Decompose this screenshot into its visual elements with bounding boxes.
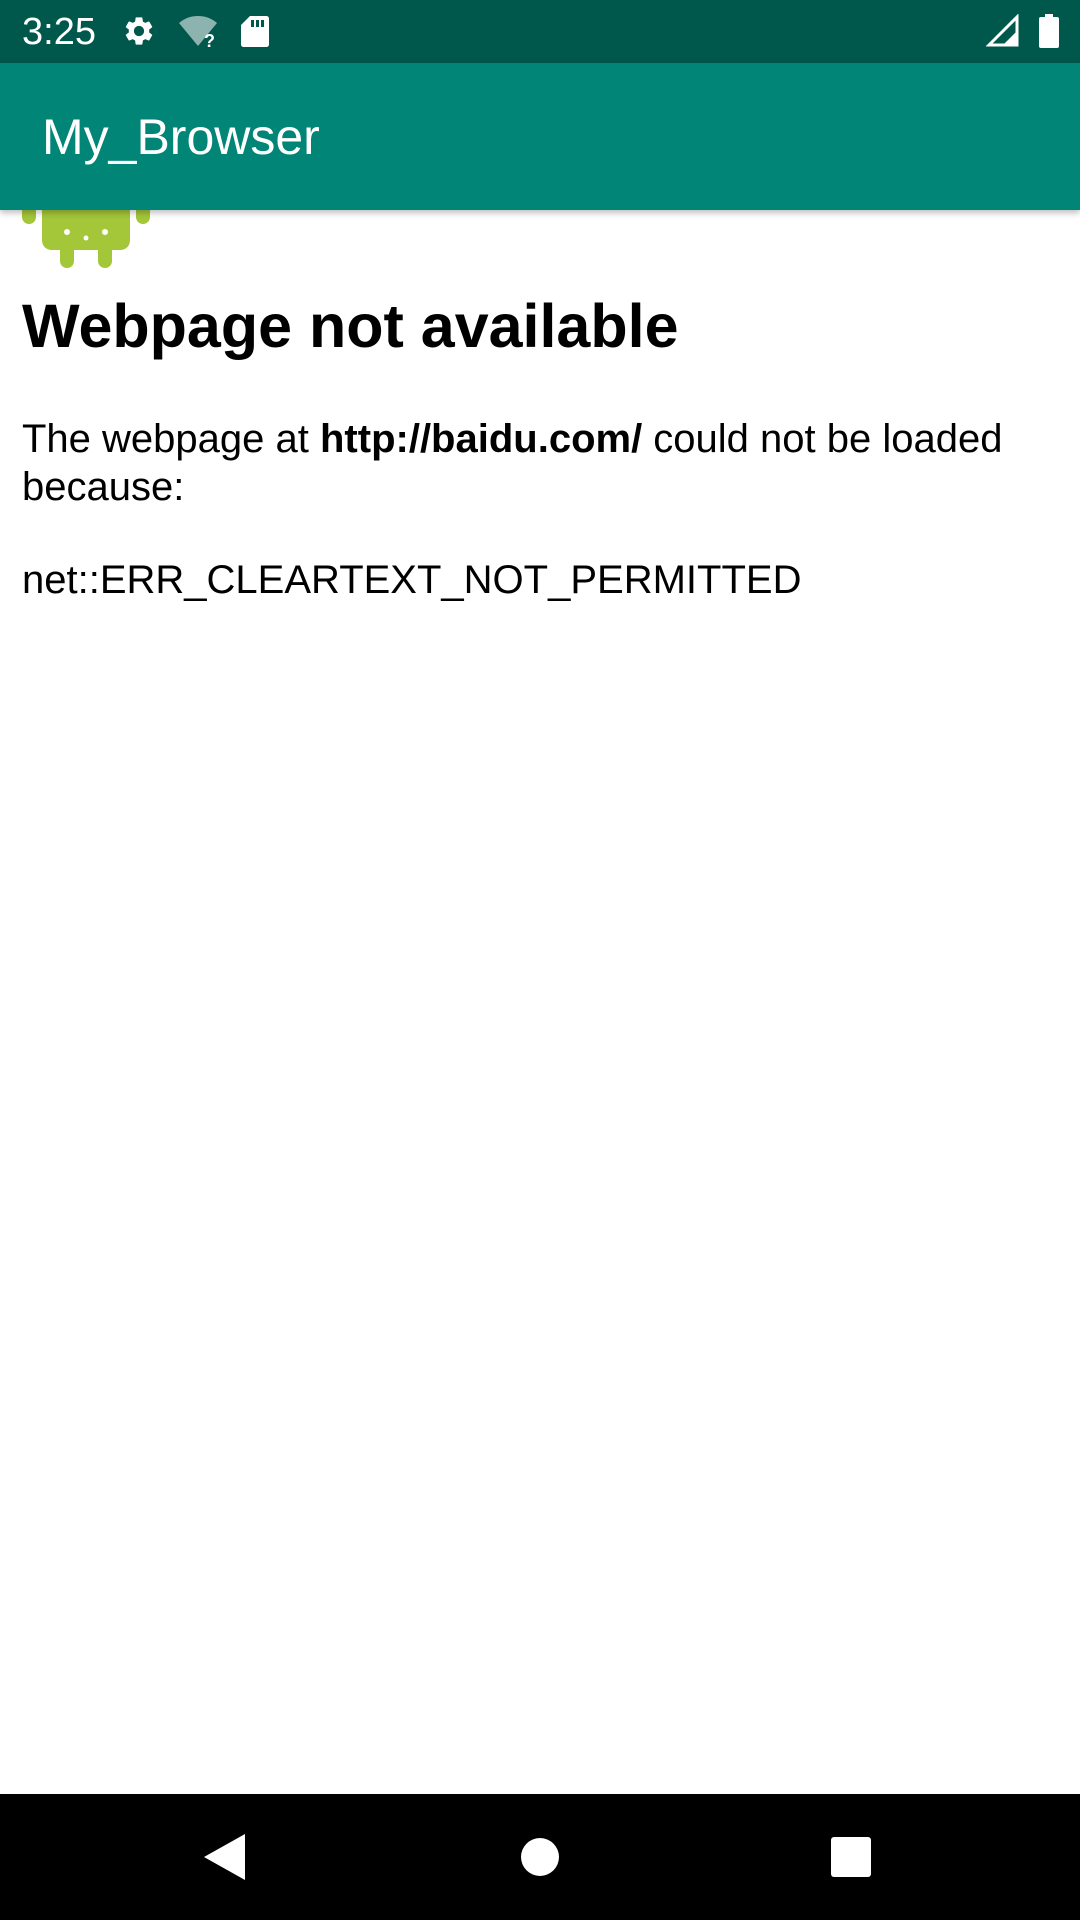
error-url: http://baidu.com/ bbox=[320, 417, 643, 461]
status-bar: 3:25 ? bbox=[0, 0, 1080, 63]
home-icon[interactable] bbox=[505, 1822, 575, 1892]
navigation-bar bbox=[0, 1794, 1080, 1920]
cell-signal-icon bbox=[986, 14, 1020, 48]
webview[interactable]: Webpage not available The webpage at htt… bbox=[0, 210, 1080, 1794]
error-message: The webpage at http://baidu.com/ could n… bbox=[22, 415, 1062, 511]
status-time: 3:25 bbox=[22, 11, 96, 53]
error-message-prefix: The webpage at bbox=[22, 417, 320, 461]
svg-text:?: ? bbox=[204, 31, 215, 48]
recents-icon[interactable] bbox=[816, 1822, 886, 1892]
app-title: My_Browser bbox=[42, 109, 320, 165]
wifi-unknown-icon: ? bbox=[178, 14, 218, 48]
error-heading: Webpage not available bbox=[22, 292, 679, 360]
gear-icon bbox=[122, 14, 156, 48]
battery-icon bbox=[1038, 14, 1060, 48]
app-bar: My_Browser bbox=[0, 63, 1080, 210]
error-code: net::ERR_CLEARTEXT_NOT_PERMITTED bbox=[22, 558, 802, 602]
screen: 3:25 ? My_Browser Webpage not available … bbox=[0, 0, 1080, 1920]
back-icon[interactable] bbox=[190, 1822, 260, 1892]
android-robot-icon bbox=[20, 210, 152, 284]
sd-card-icon bbox=[240, 14, 270, 48]
